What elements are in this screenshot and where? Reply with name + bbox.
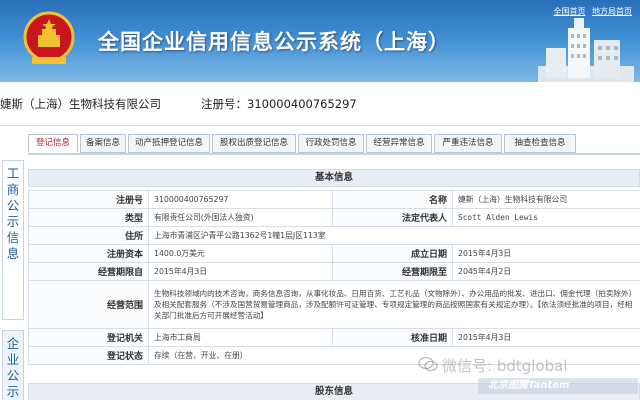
table-row: 类型 有限责任公司(外国法人独资) 法定代表人 Scott Alden Lewi… — [28, 208, 640, 227]
address-value: 上海市青浦区沪青平公路1362号1幢1层J区113室 — [148, 226, 640, 245]
basic-info-table: 注册号 310000400765297 名称 婕斯（上海）生物科技有限公司 类型… — [28, 190, 640, 365]
status-label: 登记状态 — [28, 346, 149, 365]
rep-label: 法定代表人 — [332, 208, 453, 227]
scope-label: 经营范围 — [28, 280, 149, 329]
term-from-label: 经营期限自 — [28, 262, 149, 281]
table-row: 登记状态 存续（在营、开业、在册） — [28, 346, 640, 365]
side-tab-char: 信 — [6, 230, 20, 245]
name-label: 名称 — [332, 190, 453, 209]
table-row: 登记机关 上海市工商局 核准日期 2015年4月3日 — [28, 328, 640, 347]
scope-value: 生物科技领域内的技术咨询，商务信息咨询，从事化妆品、日用百货、工艺礼品（文物除外… — [148, 280, 640, 329]
table-row: 注册资本 1400.0万美元 成立日期 2015年4月3日 — [28, 244, 640, 263]
status-value: 存续（在营、开业、在册） — [148, 346, 640, 365]
side-tab-char: 业 — [6, 352, 20, 367]
type-value: 有限责任公司(外国法人独资) — [148, 208, 333, 227]
name-value: 婕斯（上海）生物科技有限公司 — [452, 190, 640, 209]
tab-administrative-penalty[interactable]: 行政处罚信息 — [298, 134, 364, 153]
page-title: 全国企业信用信息公示系统（上海） — [98, 30, 450, 54]
national-emblem-icon — [23, 11, 75, 64]
side-tab-char: 企 — [6, 336, 20, 351]
shareholders-header: 股东信息 — [28, 383, 640, 400]
side-tab-char: 息 — [6, 246, 20, 261]
side-tab-char: 工 — [6, 166, 20, 181]
side-tab-char: 示 — [6, 214, 20, 229]
info-tabs: 登记信息 备案信息 动产抵押登记信息 股权出质登记信息 行政处罚信息 经营异常信… — [28, 134, 640, 154]
table-row: 注册号 310000400765297 名称 婕斯（上海）生物科技有限公司 — [28, 190, 640, 209]
term-to-value: 2045年4月2日 — [452, 262, 640, 281]
tab-serious-violation[interactable]: 严重违法信息 — [434, 134, 502, 153]
tab-equity-pledge[interactable]: 股权出质登记信息 — [212, 134, 296, 153]
authority-value: 上海市工商局 — [148, 328, 333, 347]
capital-label: 注册资本 — [28, 244, 149, 263]
rep-value: Scott Alden Lewis — [452, 208, 640, 227]
basic-info-header: 基本信息 — [28, 169, 640, 187]
table-row: 经营范围 生物科技领域内的技术咨询，商务信息咨询，从事化妆品、日用百货、工艺礼品… — [28, 280, 640, 329]
approval-label: 核准日期 — [332, 328, 453, 347]
founded-value: 2015年4月3日 — [452, 244, 640, 263]
building-image — [538, 18, 634, 82]
tab-filing[interactable]: 备案信息 — [80, 134, 126, 153]
header-banner: 全国企业信用信息公示系统（上海） 全国首页 地方局首页 — [0, 0, 640, 82]
tab-registration[interactable]: 登记信息 — [28, 134, 78, 153]
side-tab-enterprise-disclosure[interactable]: 企 业 公 示 — [2, 330, 24, 400]
side-nav: 工 商 公 示 信 息 企 业 公 示 — [0, 130, 26, 400]
side-tab-char: 公 — [6, 368, 20, 383]
tab-chattel-mortgage[interactable]: 动产抵押登记信息 — [128, 134, 210, 153]
term-from-value: 2015年4月3日 — [148, 262, 333, 281]
approval-value: 2015年4月3日 — [452, 328, 640, 347]
term-to-label: 经营期限至 — [332, 262, 453, 281]
table-row: 住所 上海市青浦区沪青平公路1362号1幢1层J区113室 — [28, 226, 640, 245]
side-tab-char: 商 — [6, 182, 20, 197]
company-summary: 婕斯（上海）生物科技有限公司 注册号：310000400765297 — [0, 96, 640, 116]
side-tab-business-disclosure[interactable]: 工 商 公 示 信 息 — [2, 160, 24, 320]
side-tab-char: 公 — [6, 198, 20, 213]
founded-label: 成立日期 — [332, 244, 453, 263]
reg-no-value: 310000400765297 — [148, 190, 333, 209]
table-row: 经营期限自 2015年4月3日 经营期限至 2045年4月2日 — [28, 262, 640, 281]
tab-spot-check[interactable]: 抽查检查信息 — [504, 134, 576, 153]
address-label: 住所 — [28, 226, 149, 245]
type-label: 类型 — [28, 208, 149, 227]
side-tab-char: 示 — [6, 384, 20, 399]
tab-abnormal-operation[interactable]: 经营异常信息 — [366, 134, 432, 153]
content-panel: 基本信息 注册号 310000400765297 名称 婕斯（上海）生物科技有限… — [28, 153, 640, 400]
registration-number: 注册号：310000400765297 — [201, 97, 357, 111]
reg-no-label: 注册号 — [28, 190, 149, 209]
capital-value: 1400.0万美元 — [148, 244, 333, 263]
divider — [0, 125, 640, 126]
authority-label: 登记机关 — [28, 328, 149, 347]
company-name: 婕斯（上海）生物科技有限公司 — [0, 97, 161, 111]
